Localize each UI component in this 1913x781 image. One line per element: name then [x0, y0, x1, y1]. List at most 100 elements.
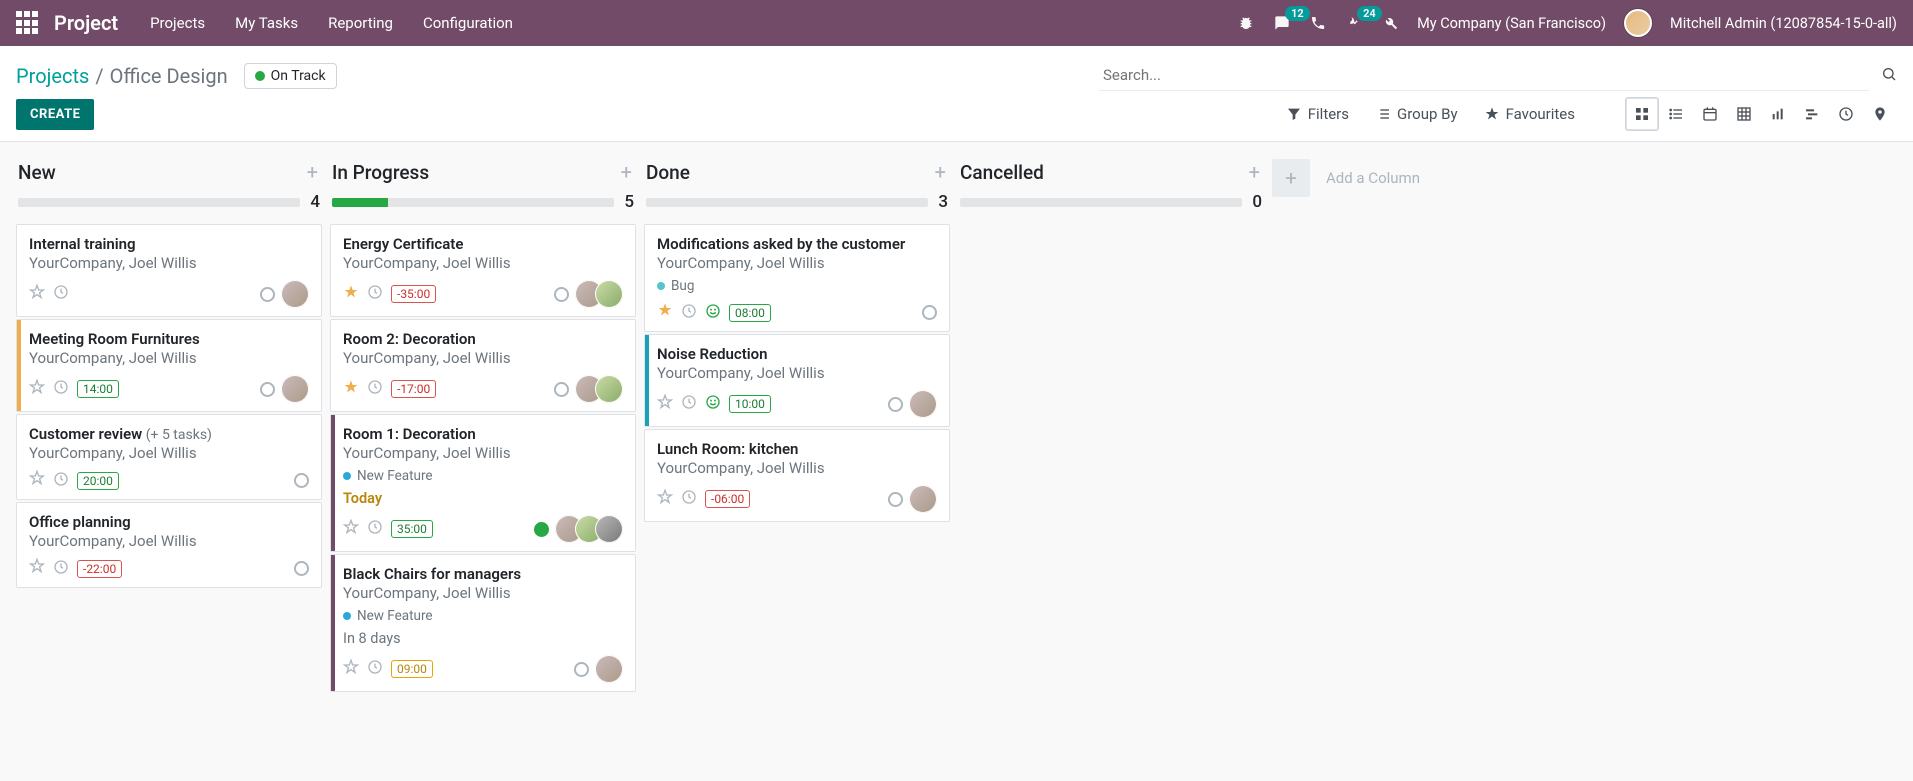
column-add-icon[interactable]: +	[621, 160, 632, 184]
kanban-state-icon[interactable]	[534, 522, 549, 537]
view-kanban-button[interactable]	[1625, 97, 1659, 131]
column-title[interactable]: Done	[646, 161, 690, 184]
task-title: Internal training	[29, 235, 136, 253]
create-button[interactable]: CREATE	[16, 99, 94, 130]
priority-star-icon[interactable]	[657, 302, 673, 323]
filters-button[interactable]: Filters	[1286, 105, 1349, 123]
activity-clock-icon[interactable]	[367, 519, 383, 539]
task-customer: YourCompany, Joel Willis	[29, 349, 309, 367]
user-avatar[interactable]	[1624, 9, 1652, 37]
column-title[interactable]: In Progress	[332, 161, 429, 184]
activity-clock-icon[interactable]	[53, 559, 69, 579]
assignee-avatar[interactable]	[595, 655, 623, 683]
assignee-avatar[interactable]	[281, 280, 309, 308]
view-graph-button[interactable]	[1761, 97, 1795, 131]
favourites-button[interactable]: Favourites	[1484, 105, 1575, 123]
column-add-icon[interactable]: +	[307, 160, 318, 184]
messages-icon[interactable]: 12	[1273, 14, 1291, 32]
activities-icon[interactable]: 24	[1345, 14, 1363, 32]
priority-star-icon[interactable]	[29, 284, 45, 305]
column-title[interactable]: New	[18, 161, 56, 184]
tools-icon[interactable]	[1381, 14, 1399, 32]
task-title: Energy Certificate	[343, 235, 463, 253]
activity-clock-icon[interactable]	[681, 303, 697, 323]
task-card[interactable]: Lunch Room: kitchen YourCompany, Joel Wi…	[644, 429, 950, 522]
nav-link-my-tasks[interactable]: My Tasks	[235, 14, 298, 32]
apps-icon[interactable]	[16, 11, 40, 35]
search-input[interactable]	[1099, 60, 1869, 91]
view-calendar-button[interactable]	[1693, 97, 1727, 131]
kanban-state-icon[interactable]	[260, 382, 275, 397]
column-add-icon[interactable]: +	[935, 160, 946, 184]
assignee-avatar[interactable]	[909, 485, 937, 513]
kanban-state-icon[interactable]	[888, 492, 903, 507]
app-brand[interactable]: Project	[54, 11, 118, 35]
bug-icon[interactable]	[1237, 14, 1255, 32]
priority-star-icon[interactable]	[343, 284, 359, 305]
search-icon[interactable]	[1881, 66, 1897, 86]
column-title[interactable]: Cancelled	[960, 161, 1044, 184]
breadcrumb-projects[interactable]: Projects	[16, 64, 89, 88]
kanban-state-icon[interactable]	[922, 305, 937, 320]
user-name[interactable]: Mitchell Admin (12087854-15-0-all)	[1670, 15, 1897, 32]
task-card[interactable]: Modifications asked by the customer Your…	[644, 224, 950, 332]
task-card[interactable]: Office planning YourCompany, Joel Willis…	[16, 502, 322, 588]
priority-star-icon[interactable]	[29, 470, 45, 491]
phone-icon[interactable]	[1309, 14, 1327, 32]
priority-star-icon[interactable]	[29, 379, 45, 400]
activity-clock-icon[interactable]	[53, 284, 69, 304]
kanban-state-icon[interactable]	[554, 382, 569, 397]
activity-clock-icon[interactable]	[53, 471, 69, 491]
column-add-icon[interactable]: +	[1249, 160, 1260, 184]
priority-star-icon[interactable]	[343, 519, 359, 540]
nav-link-projects[interactable]: Projects	[150, 14, 205, 32]
messages-badge: 12	[1285, 6, 1310, 21]
priority-star-icon[interactable]	[29, 558, 45, 579]
assignee-avatar[interactable]	[281, 375, 309, 403]
kanban-state-icon[interactable]	[294, 473, 309, 488]
column-progress-bar[interactable]	[18, 198, 300, 207]
column-progress-bar[interactable]	[332, 198, 614, 207]
column-progress-bar[interactable]	[646, 198, 928, 207]
kanban-state-icon[interactable]	[554, 287, 569, 302]
nav-link-configuration[interactable]: Configuration	[423, 14, 513, 32]
task-card[interactable]: Energy Certificate YourCompany, Joel Wil…	[330, 224, 636, 317]
activity-clock-icon[interactable]	[367, 379, 383, 399]
task-card[interactable]: Noise Reduction YourCompany, Joel Willis…	[644, 334, 950, 427]
priority-star-icon[interactable]	[343, 659, 359, 680]
activity-clock-icon[interactable]	[53, 379, 69, 399]
nav-link-reporting[interactable]: Reporting	[328, 14, 393, 32]
task-card[interactable]: Room 2: Decoration YourCompany, Joel Wil…	[330, 319, 636, 412]
activity-clock-icon[interactable]	[367, 659, 383, 679]
activity-clock-icon[interactable]	[681, 394, 697, 414]
project-status-button[interactable]: On Track	[244, 63, 337, 89]
company-selector[interactable]: My Company (San Francisco)	[1417, 15, 1606, 32]
view-gantt-button[interactable]	[1795, 97, 1829, 131]
task-title: Customer review	[29, 425, 142, 443]
task-card[interactable]: Meeting Room Furnitures YourCompany, Joe…	[16, 319, 322, 412]
activity-clock-icon[interactable]	[367, 284, 383, 304]
kanban-state-icon[interactable]	[888, 397, 903, 412]
kanban-state-icon[interactable]	[294, 561, 309, 576]
view-list-button[interactable]	[1659, 97, 1693, 131]
kanban-state-icon[interactable]	[260, 287, 275, 302]
control-panel: Projects / Office Design On Track CREATE…	[0, 46, 1913, 142]
priority-star-icon[interactable]	[657, 489, 673, 510]
task-card[interactable]: Customer review (+ 5 tasks) YourCompany,…	[16, 414, 322, 500]
groupby-button[interactable]: Group By	[1375, 105, 1458, 123]
view-pivot-button[interactable]	[1727, 97, 1761, 131]
assignee-avatar[interactable]	[909, 390, 937, 418]
priority-star-icon[interactable]	[343, 379, 359, 400]
view-activity-button[interactable]	[1829, 97, 1863, 131]
add-column[interactable]: +Add a Column	[1272, 158, 1420, 198]
task-card[interactable]: Room 1: Decoration YourCompany, Joel Wil…	[330, 414, 636, 552]
task-card[interactable]: Internal training YourCompany, Joel Will…	[16, 224, 322, 317]
column-progress-bar[interactable]	[960, 198, 1242, 207]
task-card[interactable]: Black Chairs for managers YourCompany, J…	[330, 554, 636, 692]
view-map-button[interactable]	[1863, 97, 1897, 131]
breadcrumb-sep: /	[95, 64, 103, 88]
favourites-label: Favourites	[1506, 105, 1575, 123]
activity-clock-icon[interactable]	[681, 489, 697, 509]
priority-star-icon[interactable]	[657, 394, 673, 415]
kanban-state-icon[interactable]	[574, 662, 589, 677]
